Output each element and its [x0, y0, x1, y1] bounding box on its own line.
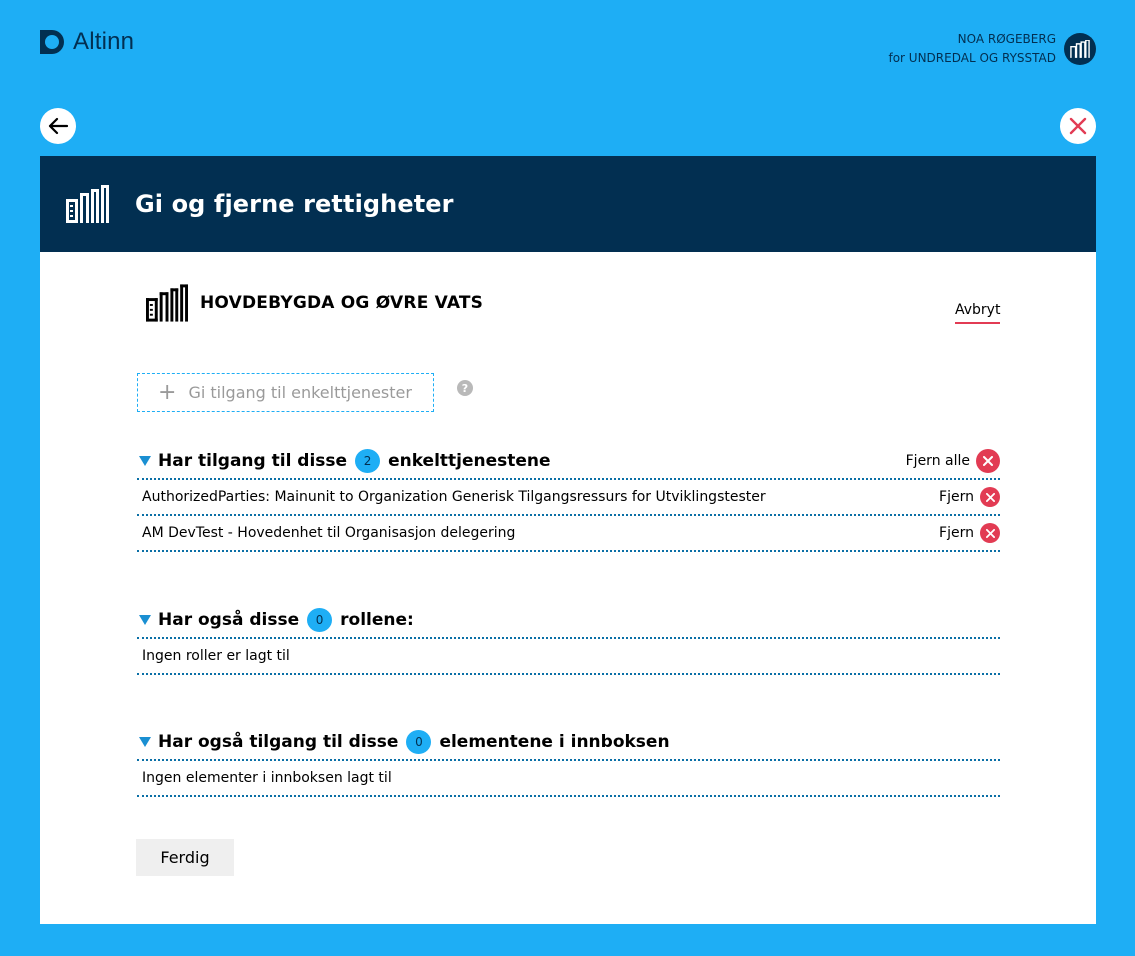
- remove-button[interactable]: Fjern: [939, 523, 1000, 543]
- altinn-logo-icon: [40, 30, 64, 54]
- list-item: Ingen elementer i innboksen lagt til: [137, 761, 1000, 797]
- add-service-button[interactable]: + Gi tilgang til enkelttjenester: [137, 373, 434, 412]
- user-menu[interactable]: NOA RØGEBERG for UNDREDAL OG RYSSTAD: [888, 30, 1096, 68]
- avatar[interactable]: [1064, 33, 1096, 65]
- count-badge: 2: [355, 449, 381, 473]
- remove-label: Fjern: [939, 489, 974, 505]
- inbox-section: Har også tilgang til disse 0 elementene …: [137, 725, 1000, 797]
- building-icon: [1070, 40, 1090, 58]
- services-section: Har tilgang til disse 2 enkelttjenestene…: [137, 444, 1000, 552]
- remove-icon: [976, 449, 1000, 473]
- list-item: Ingen roller er lagt til: [137, 639, 1000, 675]
- inbox-title: Har også tilgang til disse 0 elementene …: [158, 730, 670, 754]
- count-badge: 0: [406, 730, 432, 754]
- logo-text: Altinn: [73, 28, 135, 55]
- service-label: AM DevTest - Hovedenhet til Organisasjon…: [142, 525, 516, 541]
- close-button[interactable]: [1060, 108, 1096, 144]
- roles-title: Har også disse 0 rollene:: [158, 608, 414, 632]
- close-icon: [1069, 117, 1087, 135]
- inbox-title-post: elementene i innboksen: [439, 732, 670, 752]
- org-heading: HOVDEBYGDA OG ØVRE VATS: [146, 283, 483, 323]
- user-info: NOA RØGEBERG for UNDREDAL OG RYSSTAD: [888, 30, 1056, 68]
- modal-header: Gi og fjerne rettigheter: [40, 156, 1096, 252]
- add-service-label: Gi tilgang til enkelttjenester: [188, 383, 412, 402]
- services-title-pre: Har tilgang til disse: [158, 451, 348, 471]
- remove-all-button[interactable]: Fjern alle: [906, 449, 1000, 473]
- back-button[interactable]: [40, 108, 76, 144]
- roles-section: Har også disse 0 rollene: Ingen roller e…: [137, 603, 1000, 675]
- building-icon: [146, 284, 188, 322]
- building-icon: [66, 185, 109, 223]
- arrow-left-icon: [48, 117, 69, 135]
- remove-button[interactable]: Fjern: [939, 487, 1000, 507]
- roles-title-post: rollene:: [340, 610, 414, 630]
- plus-icon: +: [158, 379, 177, 405]
- empty-text: Ingen elementer i innboksen lagt til: [142, 770, 392, 786]
- service-label: AuthorizedParties: Mainunit to Organizat…: [142, 489, 766, 505]
- modal-body: HOVDEBYGDA OG ØVRE VATS Avbryt + Gi tilg…: [40, 252, 1096, 924]
- triangle-down-icon: [139, 615, 151, 625]
- services-header[interactable]: Har tilgang til disse 2 enkelttjenestene…: [137, 444, 1000, 480]
- inbox-title-pre: Har også tilgang til disse: [158, 732, 399, 752]
- remove-all-label: Fjern alle: [905, 453, 970, 469]
- org-name: HOVDEBYGDA OG ØVRE VATS: [200, 293, 484, 313]
- user-org: for UNDREDAL OG RYSSTAD: [888, 51, 1056, 65]
- remove-icon: [980, 523, 1000, 543]
- user-name: NOA RØGEBERG: [957, 32, 1056, 46]
- top-bar: Altinn NOA RØGEBERG for UNDREDAL OG RYSS…: [0, 0, 1135, 90]
- empty-text: Ingen roller er lagt til: [142, 648, 290, 664]
- list-item: AM DevTest - Hovedenhet til Organisasjon…: [137, 516, 1000, 552]
- list-item: AuthorizedParties: Mainunit to Organizat…: [137, 480, 1000, 516]
- count-badge: 0: [307, 608, 333, 632]
- roles-header[interactable]: Har også disse 0 rollene:: [137, 603, 1000, 639]
- inbox-header[interactable]: Har også tilgang til disse 0 elementene …: [137, 725, 1000, 761]
- triangle-down-icon: [139, 737, 151, 747]
- page-title: Gi og fjerne rettigheter: [135, 190, 454, 218]
- roles-title-pre: Har også disse: [158, 610, 300, 630]
- remove-icon: [980, 487, 1000, 507]
- cancel-link[interactable]: Avbryt: [955, 302, 1001, 324]
- done-button[interactable]: Ferdig: [136, 839, 234, 876]
- services-title: Har tilgang til disse 2 enkelttjenestene: [158, 449, 551, 473]
- remove-label: Fjern: [939, 525, 974, 541]
- triangle-down-icon: [139, 456, 151, 466]
- help-icon[interactable]: ?: [457, 380, 473, 396]
- services-title-post: enkelttjenestene: [388, 451, 551, 471]
- altinn-logo[interactable]: Altinn: [40, 28, 134, 56]
